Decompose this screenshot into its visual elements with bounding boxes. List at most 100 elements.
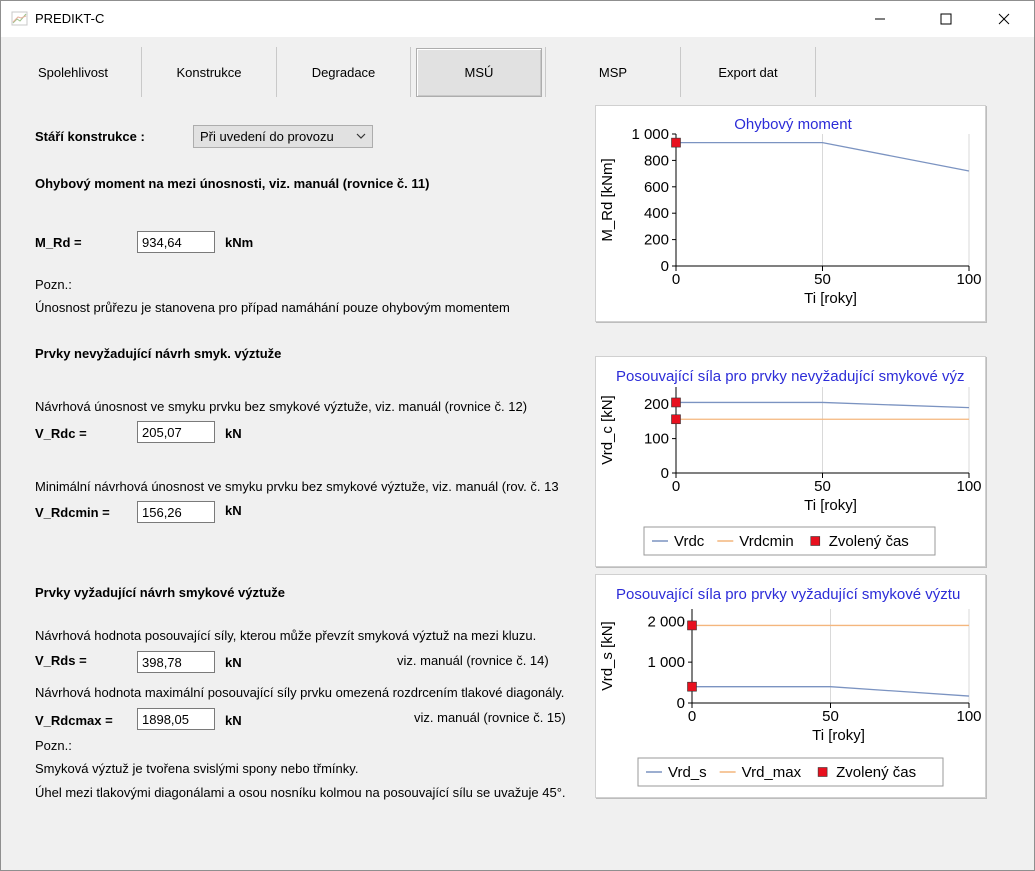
m-rd-label: M_Rd = bbox=[35, 235, 82, 250]
x-tick-label: 100 bbox=[956, 478, 981, 495]
legend-label: Vrdcmin bbox=[739, 533, 793, 550]
tab-degradace[interactable]: Degradace bbox=[277, 47, 410, 97]
vrdc-unit: kN bbox=[225, 426, 242, 441]
x-tick-label: 0 bbox=[672, 271, 680, 288]
tab-msu[interactable]: MSÚ bbox=[416, 48, 542, 97]
chart-title: Posouvající síla pro prvky nevyžadující … bbox=[616, 368, 964, 385]
maximize-icon bbox=[940, 13, 952, 25]
legend-label: Zvolený čas bbox=[836, 764, 916, 781]
bending-note-title: Pozn.: bbox=[35, 277, 72, 292]
chevron-down-icon bbox=[356, 133, 366, 139]
vrds-description: Návrhová hodnota posouvající síly, ktero… bbox=[35, 628, 537, 643]
x-tick-label: 100 bbox=[956, 708, 981, 725]
chart-title: Ohybový moment bbox=[734, 116, 852, 133]
shear-no-reinforcement-chart: Posouvající síla pro prvky nevyžadující … bbox=[599, 368, 982, 556]
vrdmax-field[interactable]: 1898,05 bbox=[137, 708, 215, 730]
y-tick-label: 1 000 bbox=[631, 126, 669, 143]
tab-bar: Spolehlivost Konstrukce Degradace MSÚ MS… bbox=[0, 37, 1035, 99]
bending-note: Únosnost průřezu je stanovena pro případ… bbox=[35, 300, 510, 315]
y-tick-label: 100 bbox=[644, 431, 669, 448]
m-rd-unit: kNm bbox=[225, 235, 254, 250]
tab-spolehlivost[interactable]: Spolehlivost bbox=[6, 47, 140, 97]
x-tick-label: 50 bbox=[814, 271, 831, 288]
legend-label: Vrd_s bbox=[668, 764, 707, 781]
shear-heading: Prvky vyžadující návrh smykové výztuže bbox=[35, 585, 286, 600]
shear-reinforcement-chart: Posouvající síla pro prvky vyžadující sm… bbox=[599, 586, 982, 787]
x-axis-label: Ti [roky] bbox=[804, 290, 857, 307]
y-tick-label: 600 bbox=[644, 179, 669, 196]
chart-title: Posouvající síla pro prvky vyžadující sm… bbox=[616, 586, 960, 603]
vrds-unit: kN bbox=[225, 655, 242, 670]
maximize-button[interactable] bbox=[923, 1, 969, 37]
y-tick-label: 0 bbox=[677, 695, 685, 712]
x-axis-label: Ti [roky] bbox=[812, 727, 865, 744]
legend-swatch bbox=[817, 767, 828, 777]
x-tick-label: 50 bbox=[822, 708, 839, 725]
vrdcmin-unit: kN bbox=[225, 503, 242, 518]
y-tick-label: 200 bbox=[644, 232, 669, 249]
x-tick-label: 0 bbox=[688, 708, 696, 725]
bending-heading: Ohybový moment na mezi únosnosti, viz. m… bbox=[35, 176, 430, 191]
tab-konstrukce[interactable]: Konstrukce bbox=[142, 47, 276, 97]
age-dropdown-value: Při uvedení do provozu bbox=[200, 129, 334, 144]
legend-label: Vrd_max bbox=[742, 764, 802, 781]
selected-time-marker bbox=[687, 620, 697, 631]
x-tick-label: 100 bbox=[956, 271, 981, 288]
vrdcmin-description: Minimální návrhová únosnost ve smyku prv… bbox=[35, 479, 559, 494]
bending-moment-chart: Ohybový moment0 50 10002004006008001 000Ti… bbox=[599, 116, 982, 307]
y-tick-label: 0 bbox=[661, 258, 669, 275]
age-label: Stáří konstrukce : bbox=[35, 129, 145, 144]
y-axis-label: M_Rd [kNm] bbox=[599, 158, 616, 241]
selected-time-marker bbox=[687, 681, 697, 692]
vrdmax-label: V_Rdcmax = bbox=[35, 713, 113, 728]
y-tick-label: 1 000 bbox=[647, 654, 685, 671]
window-title: PREDIKT-C bbox=[35, 11, 105, 26]
legend-label: Vrdc bbox=[674, 533, 705, 550]
tab-separator bbox=[410, 47, 411, 97]
shear-reinforcement-chart-panel: Posouvající síla pro prvky vyžadující sm… bbox=[595, 574, 986, 798]
vrdcmin-field[interactable]: 156,26 bbox=[137, 501, 215, 523]
tab-msp[interactable]: MSP bbox=[546, 47, 680, 97]
y-axis-label: Vrd_c [kN] bbox=[599, 395, 616, 464]
y-tick-label: 400 bbox=[644, 205, 669, 222]
legend-label: Zvolený čas bbox=[829, 533, 909, 550]
shear-no-reinforcement-chart-panel: Posouvající síla pro prvky nevyžadující … bbox=[595, 356, 986, 567]
x-axis-label: Ti [roky] bbox=[804, 497, 857, 514]
y-tick-label: 0 bbox=[661, 465, 669, 482]
vrdmax-description: Návrhová hodnota maximální posouvající s… bbox=[35, 685, 565, 700]
minimize-button[interactable] bbox=[857, 1, 903, 37]
selected-time-marker bbox=[671, 414, 681, 425]
x-tick-label: 50 bbox=[814, 478, 831, 495]
shear-note-1: Smyková výztuž je tvořena svislými spony… bbox=[35, 761, 359, 776]
selected-time-marker bbox=[671, 137, 681, 148]
tab-separator bbox=[815, 47, 816, 97]
vrdcmin-label: V_Rdcmin = bbox=[35, 505, 110, 520]
vrds-label: V_Rds = bbox=[35, 653, 87, 668]
vrdc-field[interactable]: 205,07 bbox=[137, 421, 215, 443]
vrdmax-reference: viz. manuál (rovnice č. 15) bbox=[414, 710, 566, 725]
y-axis-label: Vrd_s [kN] bbox=[599, 621, 616, 690]
m-rd-field[interactable]: 934,64 bbox=[137, 231, 215, 253]
vrdmax-unit: kN bbox=[225, 713, 242, 728]
y-tick-label: 800 bbox=[644, 152, 669, 169]
close-icon bbox=[998, 13, 1010, 25]
legend-swatch bbox=[810, 536, 821, 546]
shear-note-title: Pozn.: bbox=[35, 738, 72, 753]
y-tick-label: 2 000 bbox=[647, 613, 685, 630]
age-dropdown[interactable]: Při uvedení do provozu bbox=[193, 125, 373, 148]
tab-export-dat[interactable]: Export dat bbox=[681, 47, 815, 97]
vrdc-description: Návrhová únosnost ve smyku prvku bez smy… bbox=[35, 399, 528, 414]
y-tick-label: 200 bbox=[644, 396, 669, 413]
vrds-field[interactable]: 398,78 bbox=[137, 651, 215, 673]
x-tick-label: 0 bbox=[672, 478, 680, 495]
no-shear-heading: Prvky nevyžadující návrh smyk. výztuže bbox=[35, 346, 282, 361]
vrdc-label: V_Rdc = bbox=[35, 426, 87, 441]
title-bar: PREDIKT-C bbox=[0, 0, 1035, 37]
bending-chart-panel: Ohybový moment 0 50 100 0 200 400 600 800 1 000 Ti… bbox=[595, 105, 986, 322]
app-icon bbox=[11, 11, 28, 26]
close-button[interactable] bbox=[981, 1, 1027, 37]
vrds-reference: viz. manuál (rovnice č. 14) bbox=[397, 653, 549, 668]
shear-note-2: Úhel mezi tlakovými diagonálami a osou n… bbox=[35, 785, 566, 800]
minimize-icon bbox=[875, 18, 885, 20]
selected-time-marker bbox=[671, 397, 681, 408]
